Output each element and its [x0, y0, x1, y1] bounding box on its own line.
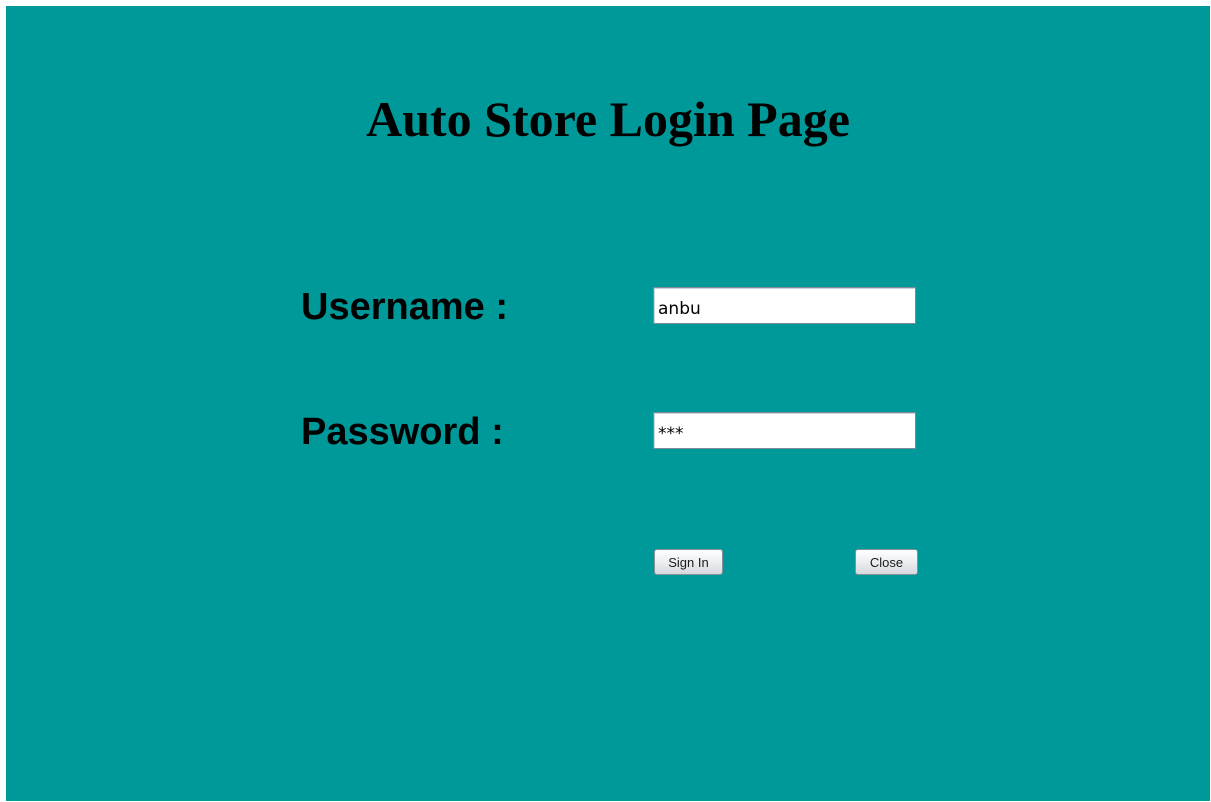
login-window: Auto Store Login Page Username : Passwor… [6, 6, 1210, 801]
sign-in-button[interactable]: Sign In [654, 549, 723, 575]
password-label: Password : [301, 411, 504, 453]
close-button[interactable]: Close [855, 549, 918, 575]
username-input[interactable] [653, 287, 916, 324]
page-title: Auto Store Login Page [366, 91, 850, 147]
password-input[interactable] [653, 412, 916, 449]
username-label: Username : [301, 286, 508, 328]
